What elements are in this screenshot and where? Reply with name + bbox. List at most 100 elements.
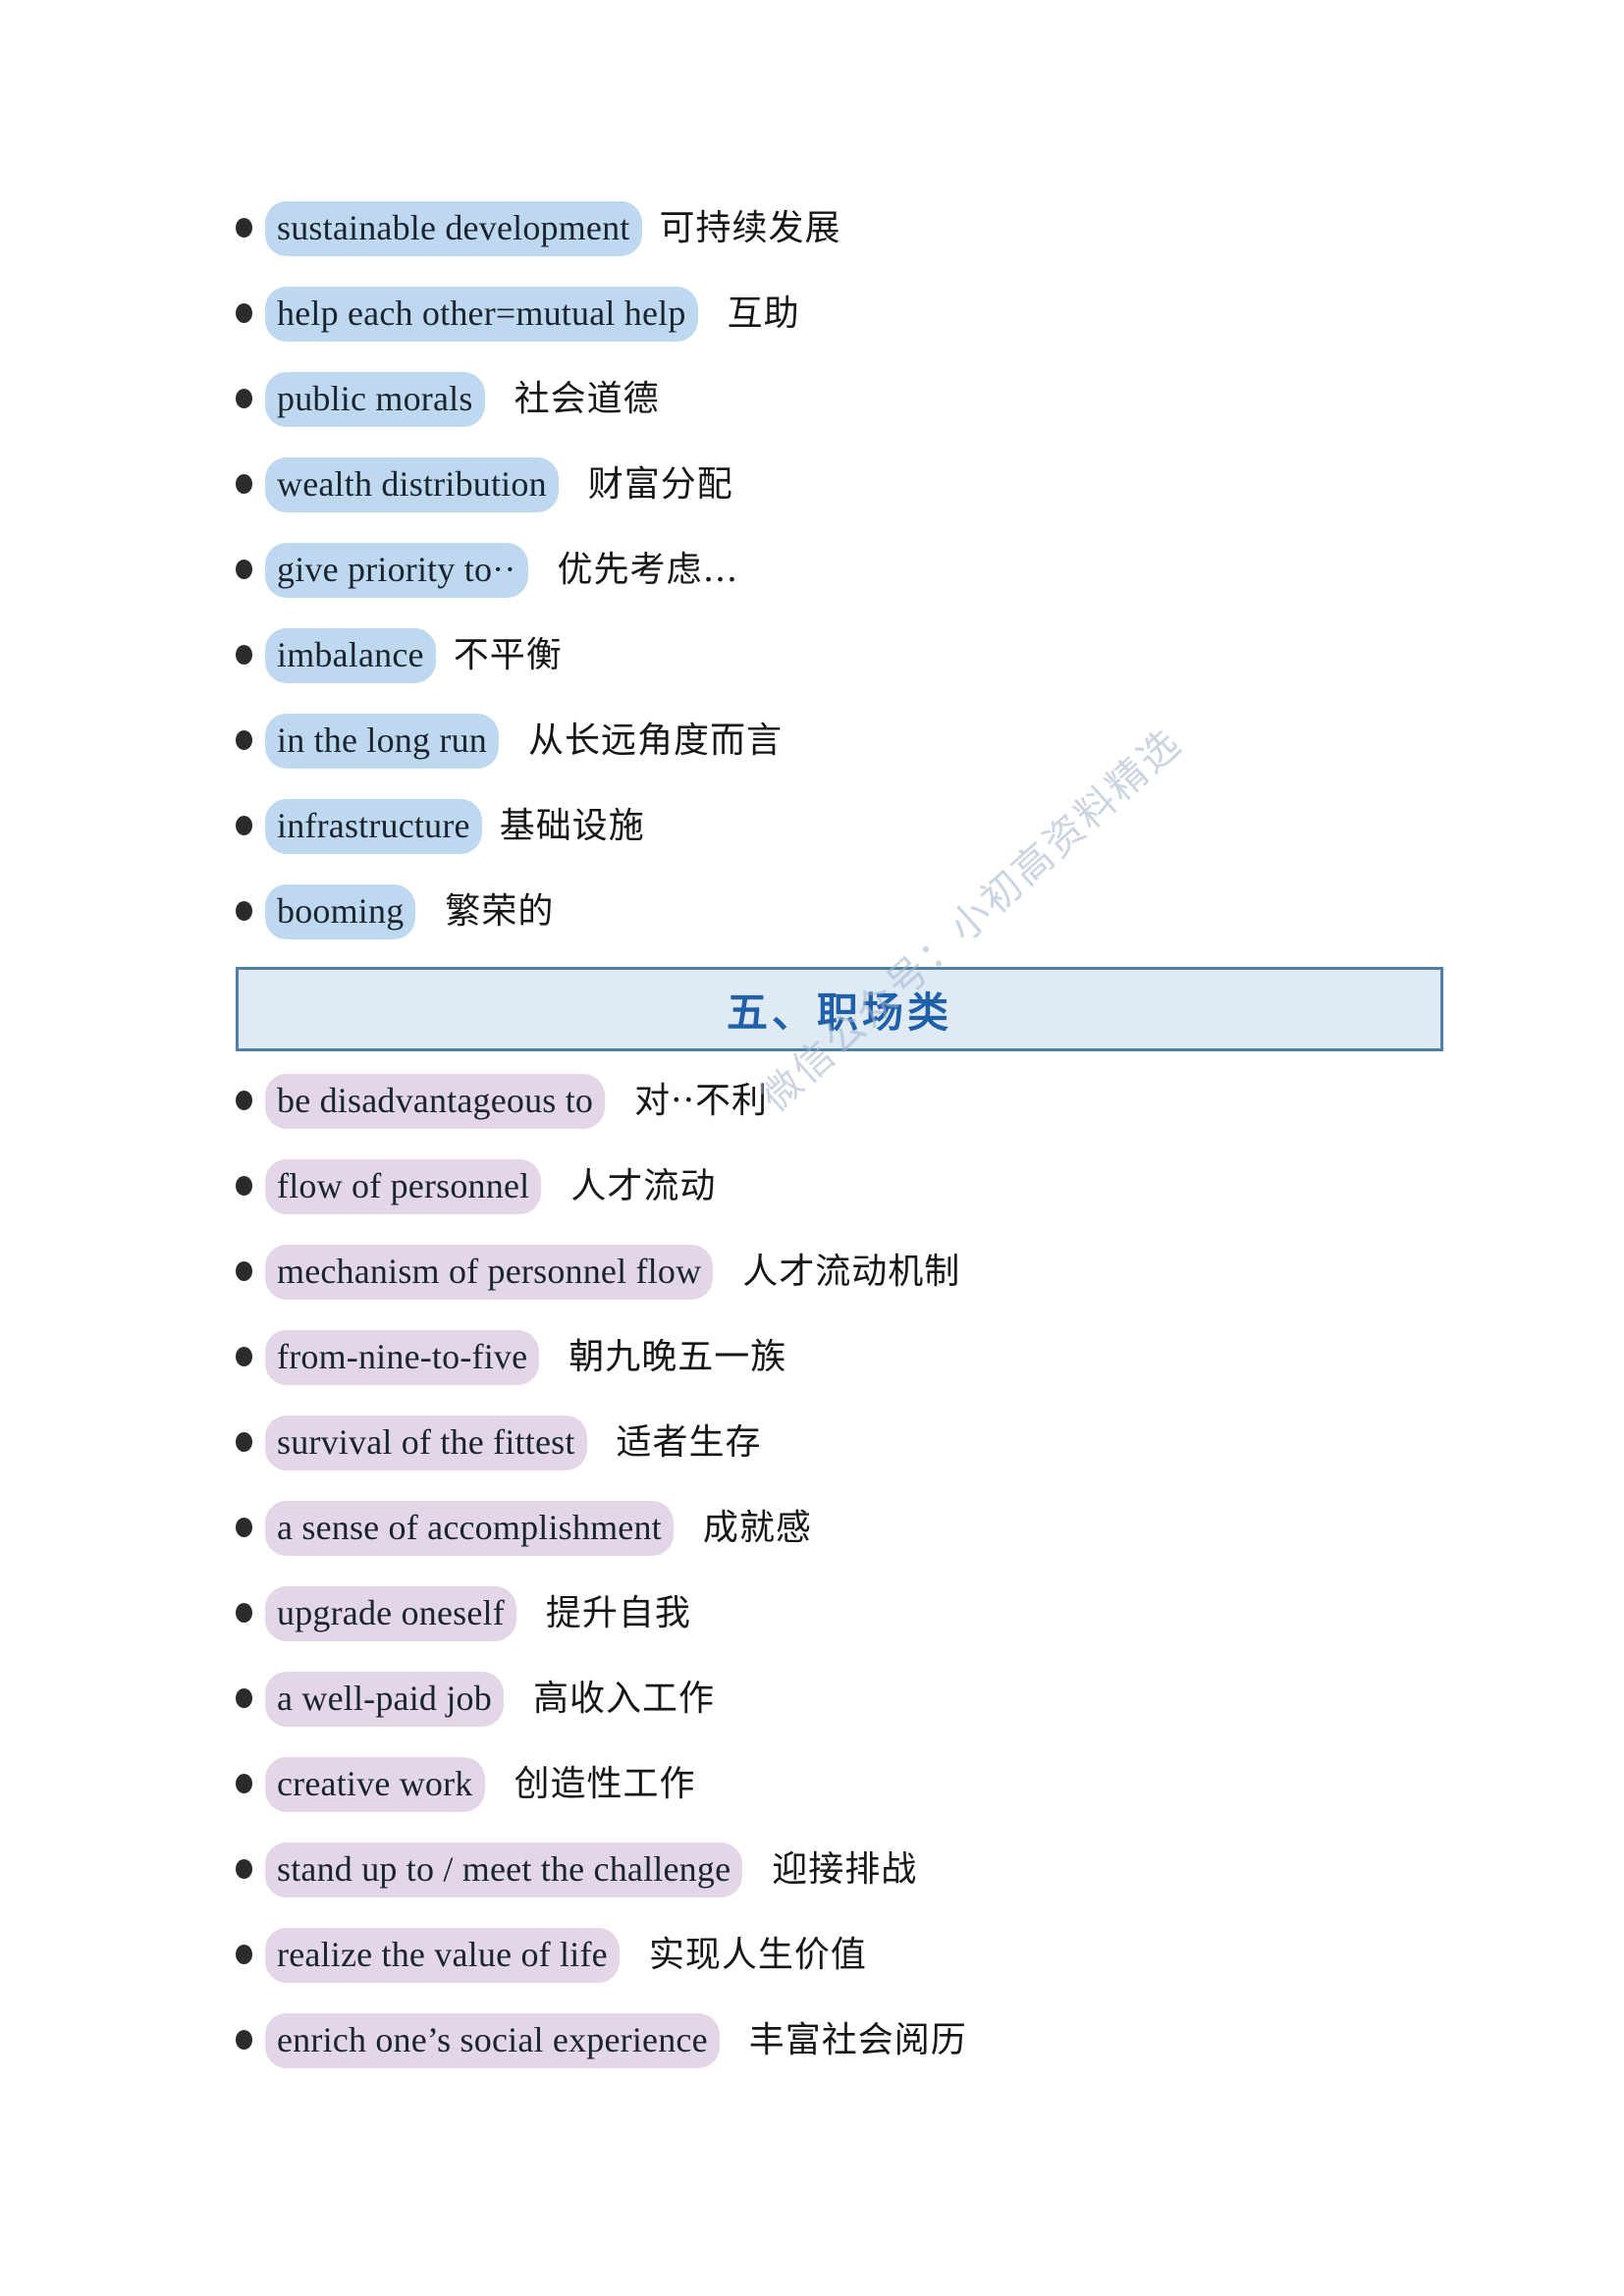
list-item-body: imbalance 不平衡: [265, 628, 1453, 683]
list-item: booming 繁荣的: [236, 870, 1453, 955]
list-item-body: creative work 创造性工作: [265, 1757, 1453, 1812]
term-english: in the long run: [265, 714, 499, 769]
list-item: be disadvantageous to 对··不利: [236, 1059, 1453, 1145]
term-english: creative work: [265, 1757, 485, 1812]
term-english: a sense of accomplishment: [265, 1501, 674, 1556]
bullet-icon: [236, 526, 265, 579]
list-item-body: from-nine-to-five 朝九晚五一族: [265, 1330, 1453, 1385]
term-english: public morals: [265, 372, 485, 427]
term-chinese: 互助: [727, 294, 800, 334]
term-english: survival of the fittest: [265, 1415, 587, 1470]
bullet-icon: [236, 868, 265, 921]
term-english: sustainable development: [265, 201, 642, 256]
term-chinese: 适者生存: [616, 1422, 762, 1463]
vocabulary-list: sustainable development 可持续发展 help each ot…: [236, 187, 1453, 2084]
list-item-body: infrastructure 基础设施: [265, 799, 1453, 854]
list-item: give priority to·· 优先考虑…: [236, 528, 1453, 614]
list-item: from-nine-to-five 朝九晚五一族: [236, 1315, 1453, 1401]
term-chinese: 繁荣的: [445, 891, 555, 932]
list-item: realize the value of life 实现人生价值: [236, 1913, 1453, 1999]
term-chinese: 提升自我: [545, 1593, 691, 1633]
term-chinese: 优先考虑…: [557, 550, 739, 590]
list-item: a well-paid job 高收入工作: [236, 1657, 1453, 1742]
bullet-icon: [236, 697, 265, 750]
list-item-body: in the long run 从长远角度而言: [265, 714, 1453, 769]
term-english: mechanism of personnel flow: [265, 1245, 714, 1300]
list-item-body: upgrade oneself 提升自我: [265, 1586, 1453, 1641]
list-item: survival of the fittest 适者生存: [236, 1401, 1453, 1486]
term-chinese: 高收入工作: [532, 1679, 715, 1719]
bullet-icon: [236, 441, 265, 494]
bullet-icon: [236, 1228, 265, 1281]
list-item: imbalance 不平衡: [236, 614, 1453, 699]
bullet-icon: [236, 612, 265, 665]
term-english: imbalance: [265, 628, 436, 683]
section-header: 五、职场类: [236, 967, 1443, 1051]
bullet-icon: [236, 1826, 265, 1879]
term-chinese: 对··不利: [634, 1081, 769, 1121]
list-item-body: booming 繁荣的: [265, 884, 1453, 939]
term-chinese: 可持续发展: [659, 208, 841, 248]
term-chinese: 人才流动机制: [742, 1252, 961, 1292]
bullet-icon: [236, 1740, 265, 1793]
bullet-icon: [236, 1911, 265, 1964]
bullet-icon: [236, 1570, 265, 1623]
list-item-body: realize the value of life 实现人生价值: [265, 1928, 1453, 1983]
term-chinese: 社会道德: [514, 379, 660, 419]
term-chinese: 成就感: [702, 1508, 812, 1548]
term-chinese: 财富分配: [587, 464, 733, 505]
term-english: upgrade oneself: [265, 1586, 516, 1641]
list-item-body: help each other=mutual help 互助: [265, 287, 1453, 342]
term-chinese: 不平衡: [453, 635, 563, 675]
section-header-title: 五、职场类: [726, 988, 952, 1037]
list-item-body: wealth distribution 财富分配: [265, 457, 1453, 512]
list-item-body: enrich one’s social experience 丰富社会阅历: [265, 2013, 1453, 2068]
term-english: stand up to / meet the challenge: [265, 1842, 743, 1897]
term-chinese: 丰富社会阅历: [748, 2020, 967, 2060]
list-item: sustainable development 可持续发展: [236, 187, 1453, 272]
list-item-body: a sense of accomplishment 成就感: [265, 1501, 1453, 1556]
term-english: a well-paid job: [265, 1672, 504, 1727]
bullet-icon: [236, 1484, 265, 1537]
list-item: upgrade oneself 提升自我: [236, 1572, 1453, 1657]
list-item: a sense of accomplishment 成就感: [236, 1486, 1453, 1572]
bullet-icon: [236, 270, 265, 323]
term-english: enrich one’s social experience: [265, 2013, 720, 2068]
list-item: in the long run 从长远角度而言: [236, 699, 1453, 784]
term-chinese: 从长远角度而言: [527, 721, 783, 761]
list-item: flow of personnel 人才流动: [236, 1145, 1453, 1230]
list-item-body: public morals 社会道德: [265, 372, 1453, 427]
term-chinese: 基础设施: [499, 806, 645, 846]
list-item: help each other=mutual help 互助: [236, 272, 1453, 357]
term-english: be disadvantageous to: [265, 1074, 606, 1129]
list-item-body: flow of personnel 人才流动: [265, 1159, 1453, 1214]
list-item: public morals 社会道德: [236, 357, 1453, 443]
list-item-body: sustainable development 可持续发展: [265, 201, 1453, 256]
term-english: booming: [265, 884, 416, 939]
list-item: mechanism of personnel flow 人才流动机制: [236, 1230, 1453, 1315]
list-item: stand up to / meet the challenge 迎接排战: [236, 1828, 1453, 1913]
list-item-body: a well-paid job 高收入工作: [265, 1672, 1453, 1727]
list-item-body: stand up to / meet the challenge 迎接排战: [265, 1842, 1453, 1897]
list-item: wealth distribution 财富分配: [236, 443, 1453, 528]
bullet-icon: [236, 185, 265, 238]
term-english: help each other=mutual help: [265, 287, 698, 342]
term-english: from-nine-to-five: [265, 1330, 540, 1385]
list-item-body: give priority to·· 优先考虑…: [265, 543, 1453, 598]
term-chinese: 迎接排战: [772, 1849, 918, 1890]
bullet-icon: [236, 355, 265, 408]
term-chinese: 朝九晚五一族: [568, 1337, 787, 1377]
bullet-icon: [236, 782, 265, 835]
list-item: infrastructure 基础设施: [236, 784, 1453, 870]
bullet-icon: [236, 1399, 265, 1452]
list-item-body: mechanism of personnel flow 人才流动机制: [265, 1245, 1453, 1300]
bullet-icon: [236, 1057, 265, 1110]
term-english: realize the value of life: [265, 1928, 620, 1983]
bullet-icon: [236, 1655, 265, 1708]
list-item: creative work 创造性工作: [236, 1742, 1453, 1828]
list-item-body: survival of the fittest 适者生存: [265, 1415, 1453, 1470]
term-chinese: 实现人生价值: [648, 1935, 867, 1975]
term-english: infrastructure: [265, 799, 482, 854]
term-english: give priority to··: [265, 543, 528, 598]
bullet-icon: [236, 1997, 265, 2050]
